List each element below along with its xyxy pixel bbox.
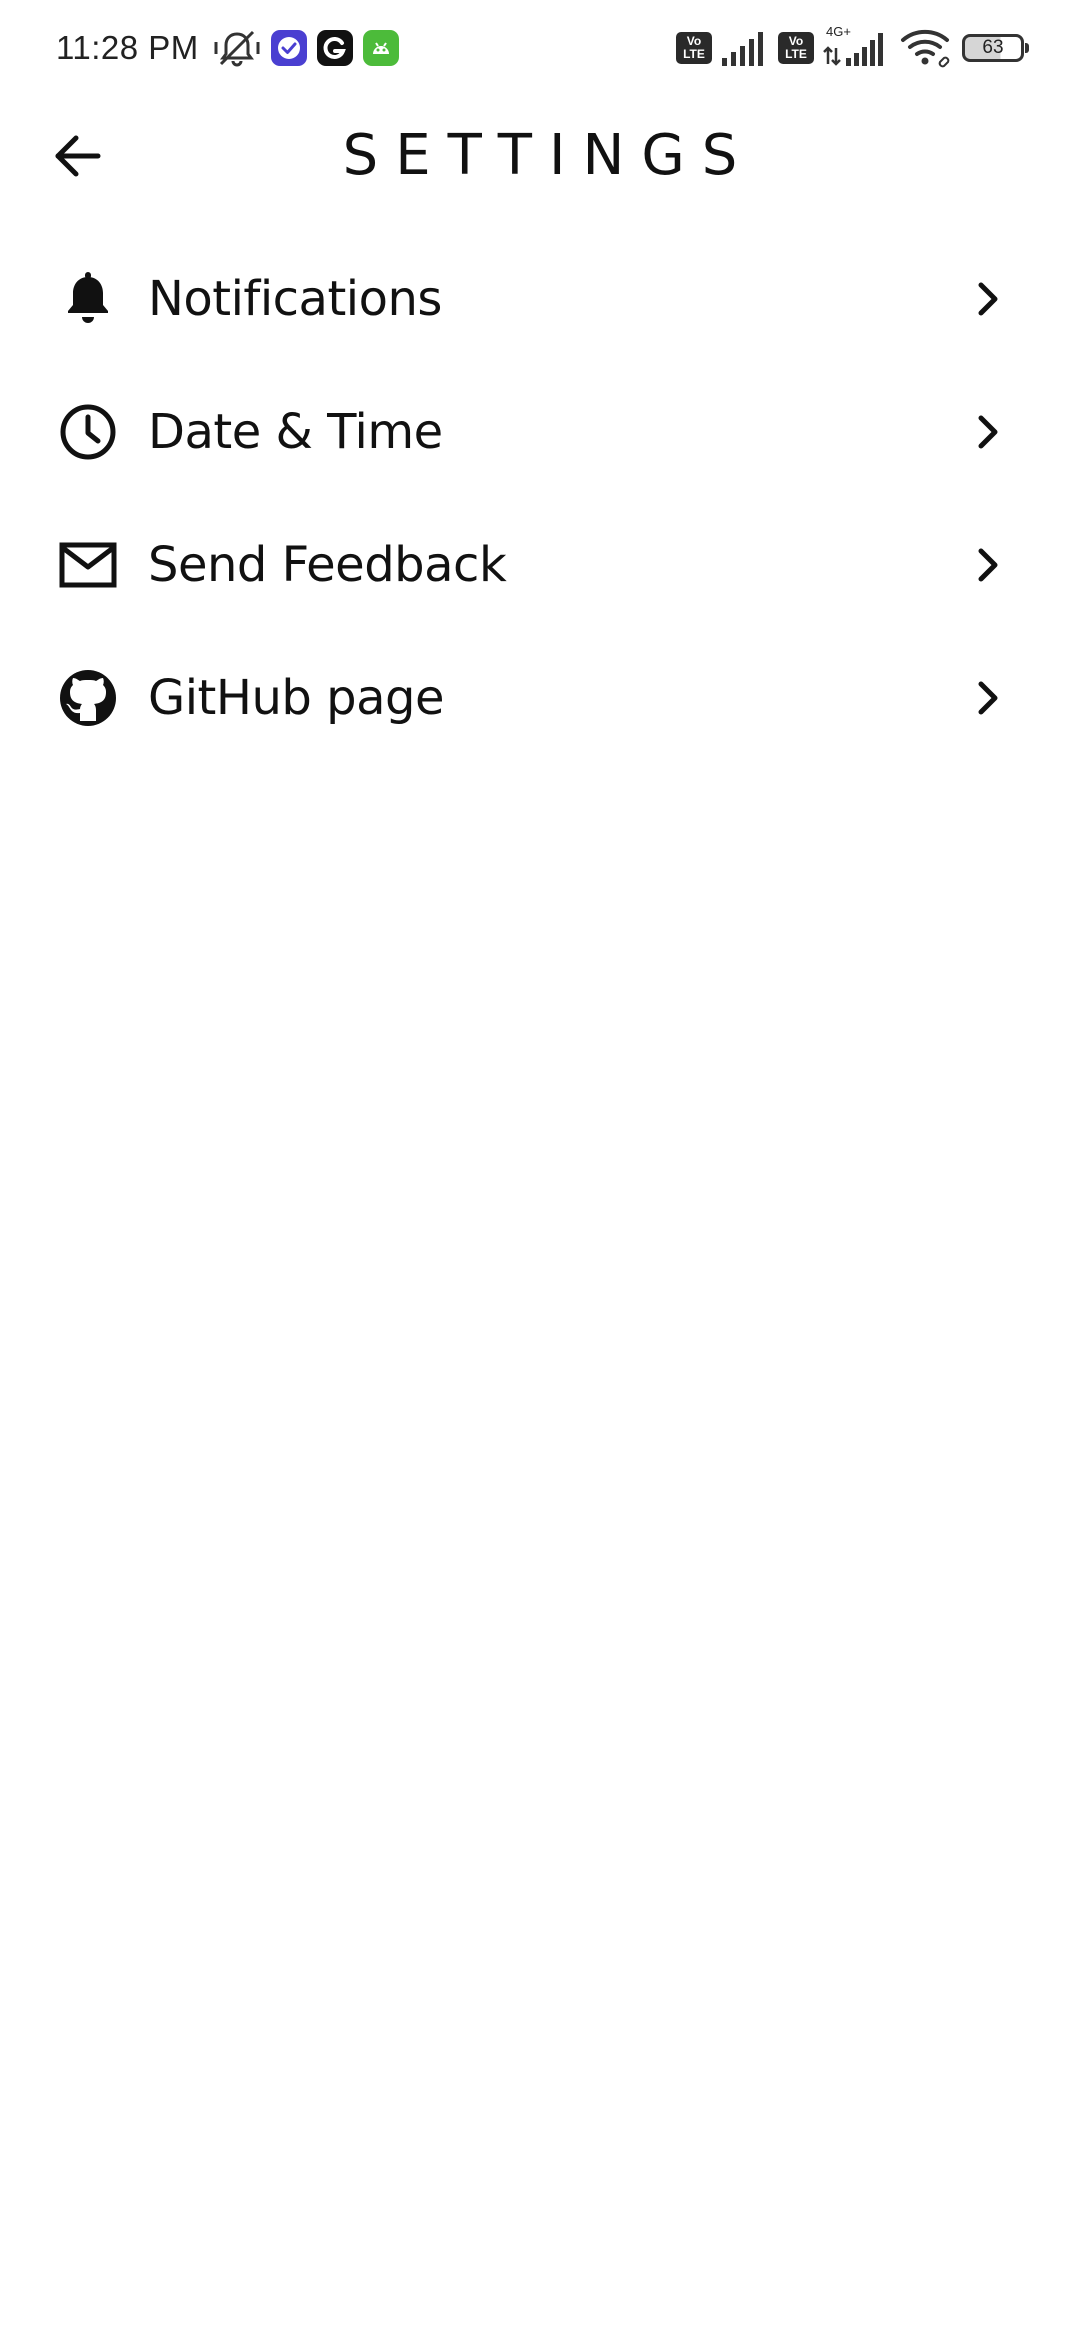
signal-strength-4g-icon: 4G+ — [822, 24, 892, 70]
app-header: SETTINGS — [0, 108, 1080, 204]
settings-list: Notifications Date & Time Send Feedback … — [0, 232, 1080, 764]
settings-item-send-feedback[interactable]: Send Feedback — [0, 498, 1080, 631]
settings-item-date-time[interactable]: Date & Time — [0, 365, 1080, 498]
volte-badge-2: Vo LTE — [778, 32, 814, 64]
tasks-app-icon — [270, 30, 307, 66]
settings-item-label: Notifications — [148, 270, 442, 327]
settings-item-label: Date & Time — [148, 403, 443, 460]
settings-item-label: Send Feedback — [148, 536, 507, 593]
android-app-icon — [362, 30, 399, 66]
vibrate-off-icon — [213, 24, 261, 72]
settings-item-github-page[interactable]: GitHub page — [0, 631, 1080, 764]
battery-indicator: 63 — [962, 34, 1029, 62]
battery-level-text: 63 — [982, 37, 1004, 58]
clock-icon — [58, 402, 118, 462]
wifi-icon — [900, 24, 954, 72]
settings-item-label: GitHub page — [148, 669, 444, 726]
status-bar: 11:28 PM Vo LTE Vo LTE 4G+ 63 — [0, 0, 1080, 96]
status-clock: 11:28 PM — [56, 29, 199, 66]
chevron-right-icon — [968, 279, 1008, 319]
settings-item-notifications[interactable]: Notifications — [0, 232, 1080, 365]
mail-icon — [58, 535, 118, 595]
signal-strength-icon — [720, 24, 770, 72]
status-bar-right: Vo LTE Vo LTE 4G+ 63 — [676, 24, 1029, 72]
bell-icon — [58, 269, 118, 329]
volte-badge-1: Vo LTE — [676, 32, 712, 64]
page-title: SETTINGS — [342, 123, 755, 188]
grammarly-app-icon — [316, 30, 353, 66]
chevron-right-icon — [968, 545, 1008, 585]
status-bar-left: 11:28 PM — [56, 24, 399, 72]
chevron-right-icon — [968, 678, 1008, 718]
chevron-right-icon — [968, 412, 1008, 452]
github-icon — [58, 668, 118, 728]
